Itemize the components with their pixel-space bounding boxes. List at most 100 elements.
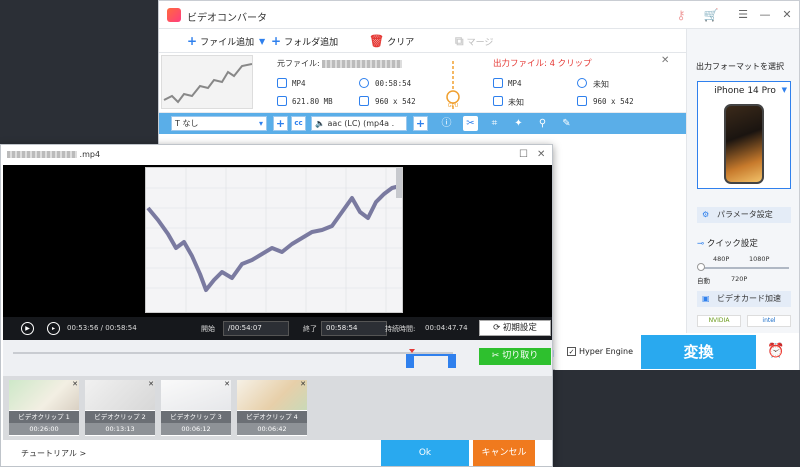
quality-720p-label: 720P — [731, 275, 748, 283]
close-icon[interactable]: ✕ — [72, 380, 78, 388]
merge-label: マージ — [466, 37, 494, 48]
add-subtitle-button[interactable]: + — [273, 116, 288, 131]
duration-value: 00:04:47.74 — [425, 324, 468, 332]
step-icon[interactable]: ▸ — [47, 322, 60, 335]
trim-end-handle[interactable] — [448, 354, 456, 368]
app-logo-icon — [167, 8, 181, 22]
timeline-track[interactable] — [13, 352, 453, 354]
scissors-icon[interactable]: ✂ — [463, 116, 478, 131]
source-duration: 00:58:54 — [375, 79, 412, 88]
close-icon[interactable]: ✕ — [779, 7, 795, 23]
quality-slider[interactable] — [699, 267, 789, 269]
clip-list: ✕ ビデオクリップ 1 00:26:00 ✕ ビデオクリップ 2 00:13:1… — [3, 376, 552, 440]
cut-dialog-title: .mp4 — [7, 150, 100, 159]
add-audio-button[interactable]: + — [413, 116, 428, 131]
checkbox-icon[interactable]: ✓ — [567, 347, 576, 356]
crop-icon[interactable]: ⌗ — [487, 116, 502, 131]
subtitle-select[interactable]: T なし ▾ — [171, 116, 267, 131]
clip-thumbnail — [161, 380, 231, 410]
slider-icon: ⊸ — [697, 239, 707, 249]
refresh-icon: ⟳ — [493, 323, 503, 333]
format-card[interactable]: iPhone 14 Pro ▼ — [697, 81, 791, 189]
menu-icon[interactable]: ☰ — [735, 7, 751, 23]
clip-item[interactable]: ✕ ビデオクリップ 2 00:13:13 — [85, 380, 155, 436]
close-icon[interactable]: ✕ — [224, 380, 230, 388]
output-duration: 未知 — [593, 80, 609, 89]
format-heading: 出力フォーマットを選択 — [696, 62, 784, 71]
info-icon[interactable]: ⓘ — [439, 116, 454, 131]
ok-button[interactable]: Ok — [381, 440, 469, 466]
merge-button[interactable]: ⧉ マージ — [455, 33, 493, 49]
format-icon — [277, 78, 287, 88]
end-time-input[interactable]: 00:58:54 — [321, 321, 387, 336]
maximize-icon[interactable]: ☐ — [519, 149, 528, 160]
window-title: ビデオコンバータ — [187, 13, 267, 24]
output-settings-panel: 出力フォーマットを選択 iPhone 14 Pro ▼ ⚙ パラメータ設定 ⊸ … — [686, 29, 799, 333]
clip-duration: 00:26:00 — [9, 423, 79, 435]
cut-footer: チュートリアル > Ok キャンセル — [3, 440, 552, 466]
main-toolbar: + ファイル追加 ▼ + フォルダ追加 🗑 クリア ⧉ マージ — [159, 29, 686, 53]
clip-item[interactable]: ✕ ビデオクリップ 1 00:26:00 — [9, 380, 79, 436]
resolution-icon — [359, 96, 369, 106]
clock-icon — [359, 78, 369, 88]
close-icon[interactable]: ✕ — [300, 380, 306, 388]
edit-icon[interactable]: ✎ — [559, 116, 574, 131]
cut-dialog: .mp4 ☐ ✕ ▶ ▸ 00:53:56 / 00:58:54 開始 /00:… — [0, 144, 553, 467]
duration-label: 持続時間: — [385, 325, 416, 333]
clip-item[interactable]: ✕ ビデオクリップ 4 00:06:42 — [237, 380, 307, 436]
alarm-clock-icon[interactable]: ⏰ — [767, 343, 785, 361]
start-time-input[interactable]: /00:54:07 — [223, 321, 289, 336]
chevron-down-icon: ▾ — [258, 119, 263, 128]
minimize-icon[interactable]: — — [757, 7, 773, 23]
clip-duration: 00:06:12 — [161, 423, 231, 435]
effects-icon[interactable]: ✦ — [511, 116, 526, 131]
cc-icon[interactable]: cc — [291, 116, 306, 131]
cut-label: 切り取り — [502, 351, 539, 361]
clip-item[interactable]: ✕ ビデオクリップ 3 00:06:12 — [161, 380, 231, 436]
output-format: MP4 — [508, 79, 522, 88]
start-label: 開始 — [201, 325, 215, 333]
gpu-label: GPU — [448, 103, 459, 109]
add-file-dropdown[interactable]: ▼ — [259, 33, 265, 49]
quality-480p-label: 480P — [713, 255, 730, 263]
start-time-value: 00:54:07 — [230, 324, 262, 332]
clip-name: ビデオクリップ 1 — [9, 411, 79, 423]
nvidia-badge: NVIDIA — [697, 315, 741, 327]
device-name: iPhone 14 Pro — [714, 86, 776, 96]
hyper-engine-toggle[interactable]: ✓ Hyper Engine — [567, 347, 633, 356]
audio-track-select[interactable]: 🔈 aac (LC) (mp4a . — [311, 116, 407, 131]
close-icon[interactable]: ✕ — [537, 149, 545, 160]
play-icon[interactable]: ▶ — [21, 322, 34, 335]
remove-file-icon[interactable]: ✕ — [661, 55, 669, 66]
playback-time: 00:53:56 / 00:58:54 — [67, 324, 137, 332]
cart-icon[interactable]: 🛒 — [703, 7, 719, 23]
trim-start-handle[interactable] — [406, 354, 414, 368]
file-row[interactable]: 元ファイル: MP4 00:58:54 621.80 MB 960 x 542 … — [159, 53, 686, 113]
edit-toolbar: T なし ▾ + cc 🔈 aac (LC) (mp4a . + ⓘ ✂ ⌗ ✦… — [159, 113, 686, 134]
cut-button[interactable]: ✂ 切り取り — [479, 348, 551, 365]
hardware-accel-button[interactable]: ▣ ビデオカード加速 — [697, 291, 791, 307]
resolution-icon — [577, 96, 587, 106]
convert-button[interactable]: 変換 — [641, 335, 756, 369]
key-icon[interactable]: ⚷ — [673, 7, 689, 23]
source-format: MP4 — [292, 79, 306, 88]
close-icon[interactable]: ✕ — [148, 380, 154, 388]
quality-slider-handle[interactable] — [697, 263, 705, 271]
playhead-marker[interactable] — [409, 349, 415, 353]
video-preview[interactable] — [3, 165, 552, 317]
add-folder-button[interactable]: + フォルダ追加 — [271, 33, 338, 49]
parameter-settings-button[interactable]: ⚙ パラメータ設定 — [697, 207, 791, 223]
clip-thumbnail — [9, 380, 79, 410]
cancel-button[interactable]: キャンセル — [473, 440, 535, 466]
chip-icon: ▣ — [702, 294, 710, 303]
tutorial-link[interactable]: チュートリアル > — [21, 448, 86, 459]
add-folder-label: フォルダ追加 — [284, 37, 339, 48]
plus-icon: + — [187, 34, 198, 48]
watermark-icon[interactable]: ⚲ — [535, 116, 550, 131]
clear-button[interactable]: 🗑 クリア — [369, 33, 414, 49]
reset-button[interactable]: ⟳ 初期設定 — [479, 320, 551, 336]
cut-file-ext: .mp4 — [79, 150, 101, 159]
clip-duration: 00:06:42 — [237, 423, 307, 435]
add-file-button[interactable]: + ファイル追加 — [187, 33, 254, 49]
blurred-filename — [7, 151, 77, 158]
